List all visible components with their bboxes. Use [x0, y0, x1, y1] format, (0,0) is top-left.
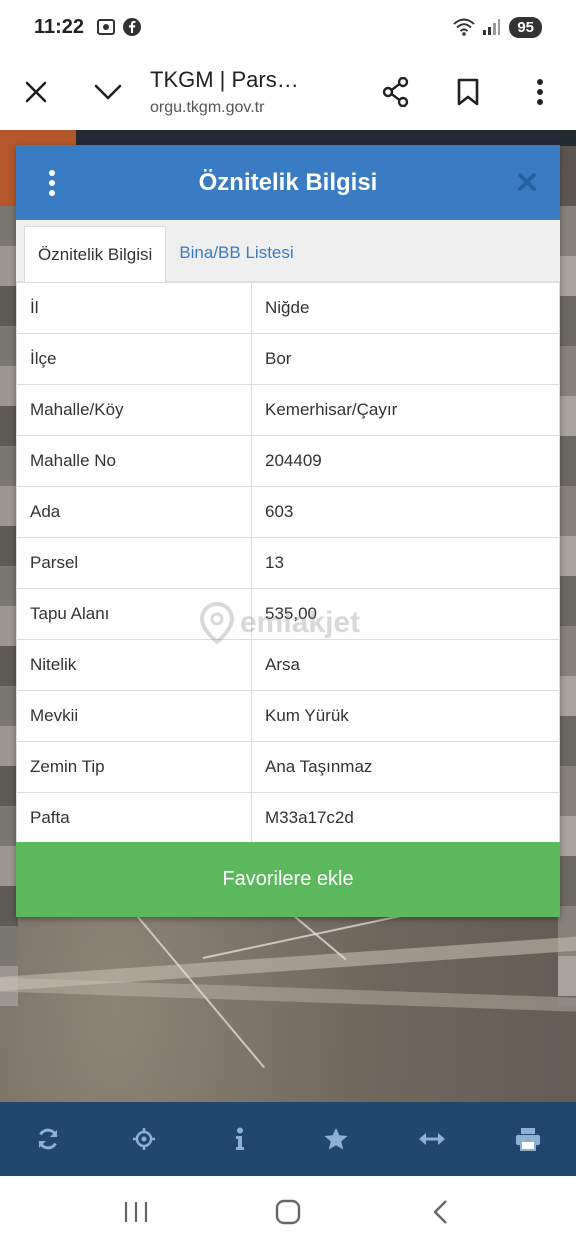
screenshot-icon [96, 17, 116, 37]
modal-close-button[interactable] [512, 167, 542, 197]
tab-attribute-info[interactable]: Öznitelik Bilgisi [24, 226, 167, 282]
attr-key: Mevkii [16, 690, 252, 742]
favorites-button[interactable] [306, 1109, 366, 1169]
bookmark-button[interactable] [432, 54, 504, 130]
table-row: Mevkii Kum Yürük [16, 690, 560, 742]
table-row: Parsel 13 [16, 537, 560, 589]
attr-value: Niğde [251, 282, 560, 334]
table-row: İlçe Bor [16, 333, 560, 385]
table-row: Zemin Tip Ana Taşınmaz [16, 741, 560, 793]
crosshair-icon [133, 1128, 155, 1150]
status-time: 11:22 [34, 15, 85, 38]
table-row: Mahalle/Köy Kemerhisar/Çayır [16, 384, 560, 436]
attr-value: Arsa [251, 639, 560, 691]
refresh-icon [38, 1128, 58, 1150]
attr-value: Kum Yürük [251, 690, 560, 742]
signal-icon [481, 17, 501, 37]
close-tab-button[interactable] [0, 54, 72, 130]
info-icon [236, 1127, 244, 1150]
page-title-area[interactable]: TKGM | Pars… orgu.tkgm.gov.tr [144, 67, 360, 117]
minimize-button[interactable] [72, 54, 144, 130]
status-bar: 11:22 95 [0, 0, 576, 54]
table-row: Mahalle No 204409 [16, 435, 560, 487]
attr-value: Bor [251, 333, 560, 385]
modal-title: Öznitelik Bilgisi [198, 168, 378, 196]
table-row: Nitelik Arsa [16, 639, 560, 691]
page-url: orgu.tkgm.gov.tr [150, 99, 265, 116]
more-vert-icon [537, 79, 543, 105]
attr-key: Mahalle No [16, 435, 252, 487]
more-options-button[interactable] [504, 54, 576, 130]
browser-toolbar: TKGM | Pars… orgu.tkgm.gov.tr [0, 54, 576, 130]
home-button[interactable] [248, 1182, 328, 1242]
attr-key: Ada [16, 486, 252, 538]
print-icon [516, 1128, 540, 1151]
modal-tabs: Öznitelik Bilgisi Bina/BB Listesi [16, 220, 560, 282]
map-toolbar [0, 1102, 576, 1176]
attr-value: 13 [251, 537, 560, 589]
print-button[interactable] [498, 1109, 558, 1169]
page-title: TKGM | Pars… [150, 67, 299, 92]
measure-icon [419, 1133, 445, 1145]
info-button[interactable] [210, 1109, 270, 1169]
recent-apps-button[interactable] [96, 1182, 176, 1242]
tab-building-list[interactable]: Bina/BB Listesi [166, 225, 306, 281]
back-button[interactable] [400, 1182, 480, 1242]
attr-key: Pafta [16, 792, 252, 844]
close-icon [25, 81, 47, 103]
attr-key: İl [16, 282, 252, 334]
refresh-button[interactable] [18, 1109, 78, 1169]
share-button[interactable] [360, 54, 432, 130]
table-row: Pafta M33a17c2d [16, 792, 560, 844]
attr-value: M33a17c2d [251, 792, 560, 844]
modal-header: Öznitelik Bilgisi [16, 145, 560, 220]
measure-button[interactable] [402, 1109, 462, 1169]
attr-key: Tapu Alanı [16, 588, 252, 640]
bookmark-icon [457, 78, 479, 106]
more-vert-icon [49, 169, 55, 196]
home-icon [275, 1199, 301, 1225]
attr-key: Mahalle/Köy [16, 384, 252, 436]
share-icon [382, 77, 409, 107]
chevron-down-icon [94, 84, 122, 100]
attr-value: Kemerhisar/Çayır [251, 384, 560, 436]
attr-value: Ana Taşınmaz [251, 741, 560, 793]
attr-value: 204409 [251, 435, 560, 487]
locate-button[interactable] [114, 1109, 174, 1169]
close-icon [518, 173, 536, 191]
system-nav-bar [0, 1176, 576, 1248]
table-row: İl Niğde [16, 282, 560, 334]
recent-apps-icon [124, 1202, 148, 1222]
modal-menu-button[interactable] [16, 145, 88, 220]
attr-key: İlçe [16, 333, 252, 385]
star-icon [324, 1128, 348, 1150]
attr-key: Parsel [16, 537, 252, 589]
attr-value: 535,00 [251, 588, 560, 640]
table-row: Tapu Alanı 535,00 [16, 588, 560, 640]
back-icon [433, 1200, 447, 1224]
attr-value: 603 [251, 486, 560, 538]
facebook-icon [122, 17, 142, 37]
attribute-table: İl Niğde İlçe Bor Mahalle/Köy Kemerhisar/Ça… [16, 282, 560, 844]
attr-key: Zemin Tip [16, 741, 252, 793]
wifi-icon [453, 17, 475, 37]
attribute-info-modal: Öznitelik Bilgisi Öznitelik Bilgisi Bina… [16, 145, 560, 917]
attr-key: Nitelik [16, 639, 252, 691]
table-row: Ada 603 [16, 486, 560, 538]
battery-icon: 95 [509, 16, 542, 38]
add-favorite-button[interactable]: Favorilere ekle [16, 842, 560, 917]
